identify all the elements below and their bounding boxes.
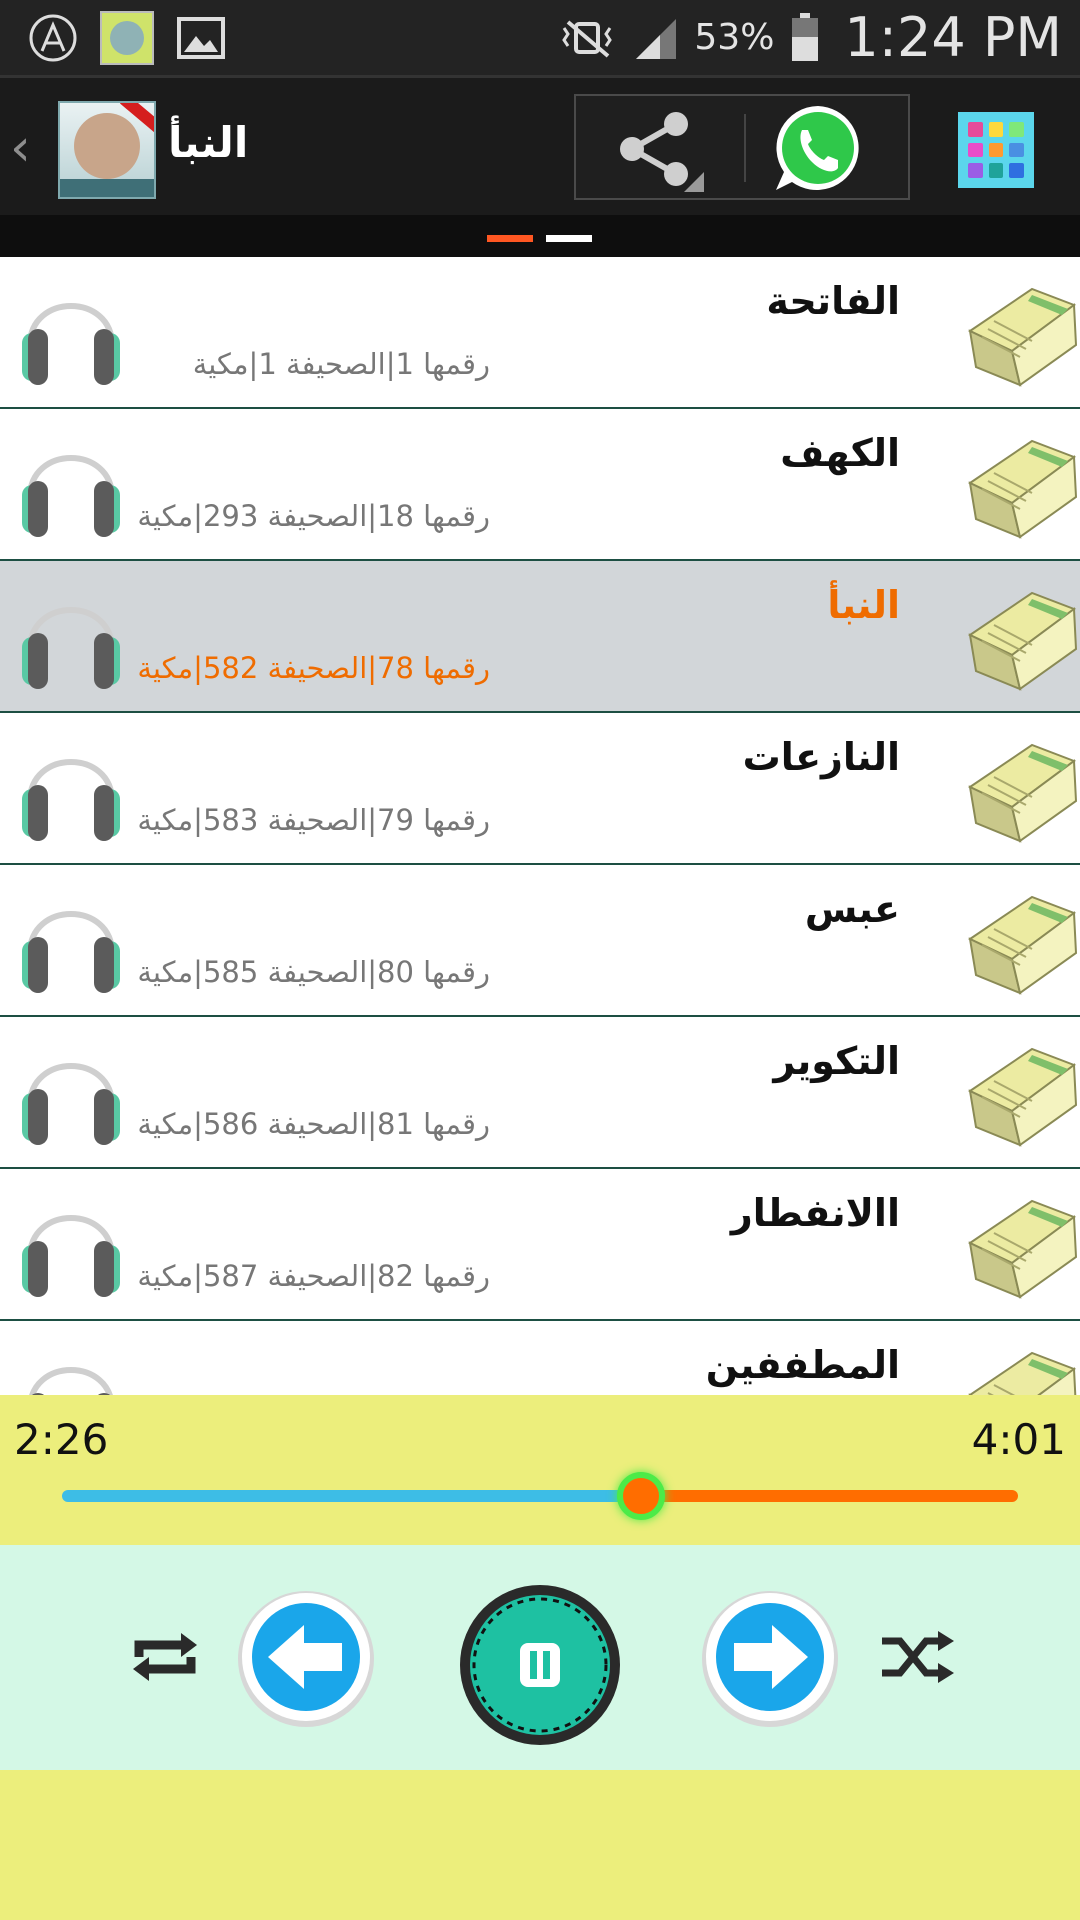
headphones-icon[interactable] [16,731,126,843]
surah-name: االانفطار [730,1191,900,1235]
surah-name: الفاتحة [766,279,900,323]
surah-name: المطففين [705,1343,900,1387]
previous-button[interactable] [234,1585,378,1729]
surah-row[interactable]: الكهف رقمها 18|الصحيفة 293|مكية [0,409,1080,561]
quran-book-icon [967,1047,1078,1147]
headphones-icon[interactable] [16,275,126,387]
quran-book-icon [967,439,1078,539]
surah-row[interactable]: المطففين [0,1321,1080,1395]
headphones-icon[interactable] [16,1035,126,1147]
surah-meta: رقمها 80|الصحيفة 585|مكية [137,955,490,989]
player-controls [0,1545,1080,1770]
surah-list: الفاتحة رقمها 1|الصحيفة 1|مكية الكهف رقمها… [0,257,1080,1395]
surah-name: النازعات [742,735,900,779]
system-status: 53% 1:24 PM [558,0,1062,75]
battery-percent: 53% [694,17,775,58]
battery-icon [792,12,819,61]
surah-meta: رقمها 78|الصحيفة 582|مكية [137,651,490,685]
surah-name: النبأ [827,583,900,627]
headphones-icon[interactable] [16,883,126,995]
share-button[interactable] [576,96,742,198]
progress-panel: 2:26 4:01 [0,1395,1080,1545]
surah-row[interactable]: التكوير رقمها 81|الصحيفة 586|مكية [0,1017,1080,1169]
quran-book-icon [967,1199,1078,1299]
current-time: 2:26 [14,1415,109,1464]
action-group [574,94,910,200]
app-toolbar: ‹ النبأ [0,75,1080,218]
toolbar-title: النبأ [168,118,249,167]
seek-bar-played[interactable] [62,1490,641,1502]
whatsapp-button[interactable] [772,102,864,194]
notification-icons [28,10,226,65]
shuffle-icon[interactable] [878,1627,958,1687]
surah-meta: رقمها 79|الصحيفة 583|مكية [137,803,490,837]
back-chevron-icon[interactable]: ‹ [10,118,31,178]
whatsapp-icon [776,106,859,190]
album-art[interactable] [58,101,156,199]
headphones-icon[interactable] [16,1339,126,1395]
headphones-icon[interactable] [16,1187,126,1299]
quran-book-icon [968,1351,1077,1395]
page-dot-inactive[interactable] [546,235,592,242]
page-indicator [0,215,1080,257]
page-dot-active[interactable] [487,235,533,242]
repeat-icon[interactable] [125,1627,205,1687]
surah-row[interactable]: االانفطار رقمها 82|الصحيفة 587|مكية [0,1169,1080,1321]
clock: 1:24 PM [844,6,1062,69]
surah-name: الكهف [780,431,900,475]
quran-book-icon [967,591,1078,691]
surah-row[interactable]: الفاتحة رقمها 1|الصحيفة 1|مكية [0,257,1080,409]
seek-bar-remaining[interactable] [641,1490,1018,1502]
action-divider [744,114,746,182]
gallery-icon [177,16,225,59]
app-thumbnail-icon [100,10,154,65]
surah-row[interactable]: عبس رقمها 80|الصحيفة 585|مكية [0,865,1080,1017]
status-bar: 53% 1:24 PM [0,0,1080,75]
next-button[interactable] [698,1585,842,1729]
headphones-icon[interactable] [16,427,126,539]
vibrate-mute-icon [562,19,613,58]
pause-button[interactable] [458,1583,622,1747]
quran-book-icon [967,743,1078,843]
surah-meta: رقمها 18|الصحيفة 293|مكية [137,499,490,533]
surah-meta: رقمها 81|الصحيفة 586|مكية [137,1107,490,1141]
signal-icon [636,18,677,59]
surah-meta: رقمها 1|الصحيفة 1|مكية [192,347,490,381]
share-icon [620,112,704,192]
surah-row[interactable]: النازعات رقمها 79|الصحيفة 583|مكية [0,713,1080,865]
apps-grid-button[interactable] [958,112,1034,188]
quran-book-icon [967,287,1078,387]
total-time: 4:01 [971,1415,1066,1464]
bottom-area [0,1770,1080,1920]
headphones-icon[interactable] [16,579,126,691]
quran-book-icon [967,895,1078,995]
seek-thumb[interactable] [617,1472,665,1520]
surah-name: التكوير [773,1039,900,1083]
surah-meta: رقمها 82|الصحيفة 587|مكية [137,1259,490,1293]
surah-name: عبس [804,887,900,931]
surah-row[interactable]: النبأ رقمها 78|الصحيفة 582|مكية [0,561,1080,713]
app-a-icon [29,14,77,61]
